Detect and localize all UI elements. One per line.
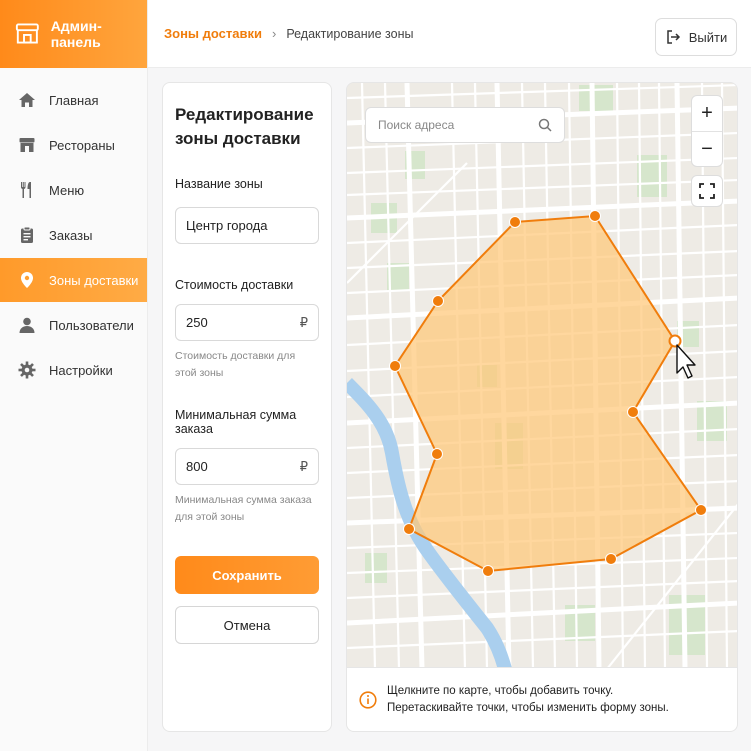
breadcrumb-link-delivery-zones[interactable]: Зоны доставки <box>164 26 262 41</box>
breadcrumb: Зоны доставки › Редактирование зоны <box>164 26 413 41</box>
form-title: Редактирование зоны доставки <box>175 103 319 151</box>
map-info-bar: Щелкните по карте, чтобы добавить точку.… <box>347 667 737 731</box>
zoom-control: + − <box>691 95 723 167</box>
logout-label: Выйти <box>688 29 728 45</box>
map-canvas[interactable] <box>347 83 738 669</box>
zone-vertex[interactable] <box>482 565 494 577</box>
form-title-line2: зоны доставки <box>175 129 301 148</box>
logout-icon <box>667 30 680 44</box>
sidebar-item-settings[interactable]: Настройки <box>0 348 147 392</box>
search-placeholder: Поиск адреса <box>378 118 455 132</box>
search-icon <box>538 118 552 132</box>
sidebar: Админ-панель Главная Рестораны Меню Зака… <box>0 0 148 751</box>
zone-vertex[interactable] <box>605 553 617 565</box>
fullscreen-icon <box>699 183 715 199</box>
sidebar-item-delivery-zones[interactable]: Зоны доставки <box>0 258 147 302</box>
zone-vertex[interactable] <box>432 295 444 307</box>
store-icon <box>18 136 36 154</box>
delivery-cost-hint: Стоимость доставки для этой зоны <box>175 350 296 379</box>
fullscreen-button[interactable] <box>691 175 723 207</box>
delivery-cost-value: 250 <box>186 315 208 330</box>
brand-header[interactable]: Админ-панель <box>0 0 147 68</box>
delivery-cost-input[interactable]: 250 ₽ <box>175 304 319 341</box>
breadcrumb-current: Редактирование зоны <box>286 26 414 41</box>
home-icon <box>18 91 36 109</box>
zoom-out-button[interactable]: − <box>692 132 722 167</box>
fork-knife-icon <box>18 181 36 199</box>
sidebar-item-label: Зоны доставки <box>49 272 139 288</box>
sidebar-item-orders[interactable]: Заказы <box>0 213 147 257</box>
clipboard-icon <box>18 226 36 244</box>
cancel-button[interactable]: Отмена <box>175 606 319 644</box>
sidebar-item-menu[interactable]: Меню <box>0 168 147 212</box>
sidebar-item-home[interactable]: Главная <box>0 78 147 122</box>
min-order-value: 800 <box>186 459 208 474</box>
topbar: Зоны доставки › Редактирование зоны Выйт… <box>148 0 751 68</box>
zone-vertex[interactable] <box>589 210 601 222</box>
sidebar-item-label: Главная <box>49 92 99 108</box>
sidebar-item-restaurants[interactable]: Рестораны <box>0 123 147 167</box>
zone-vertex[interactable] <box>509 216 521 228</box>
map-panel: Поиск адреса + − Щелкните по карте, чтоб… <box>346 82 738 732</box>
zone-name-input[interactable]: Центр города <box>175 207 319 244</box>
sidebar-item-label: Меню <box>49 182 85 198</box>
delivery-cost-label: Стоимость доставки <box>175 278 294 292</box>
zone-vertex-selected[interactable] <box>668 334 682 348</box>
sidebar-item-label: Рестораны <box>49 137 115 153</box>
zone-edit-form: Редактирование зоны доставки Название зо… <box>162 82 332 732</box>
user-icon <box>18 316 36 334</box>
zone-vertex[interactable] <box>389 360 401 372</box>
form-title-line1: Редактирование <box>175 105 314 124</box>
min-order-hint: Минимальная сумма заказа для этой зоны <box>175 494 312 523</box>
map-info-text: Щелкните по карте, чтобы добавить точку.… <box>387 683 669 717</box>
ruble-icon: ₽ <box>299 314 308 330</box>
zone-vertex[interactable] <box>695 504 707 516</box>
zone-name-label: Название зоны <box>175 177 263 191</box>
sidebar-item-users[interactable]: Пользователи <box>0 303 147 347</box>
zone-name-value: Центр города <box>186 218 268 233</box>
zone-vertex[interactable] <box>431 448 443 460</box>
sidebar-item-label: Заказы <box>49 227 93 243</box>
map-pin-icon <box>18 271 36 289</box>
ruble-icon: ₽ <box>299 458 308 474</box>
zoom-in-button[interactable]: + <box>692 96 722 131</box>
sidebar-item-label: Настройки <box>49 362 113 378</box>
min-order-input[interactable]: 800 ₽ <box>175 448 319 485</box>
zone-vertex[interactable] <box>403 523 415 535</box>
sidebar-item-label: Пользователи <box>49 317 134 333</box>
sidebar-nav: Главная Рестораны Меню Заказы Зоны доста… <box>0 78 147 392</box>
breadcrumb-separator: › <box>272 26 277 41</box>
map-info-line2: Перетаскивайте точки, чтобы изменить фор… <box>387 701 669 714</box>
save-button[interactable]: Сохранить <box>175 556 319 594</box>
map-info-line1: Щелкните по карте, чтобы добавить точку. <box>387 684 614 697</box>
min-order-label: Минимальная сумма заказа <box>175 408 297 436</box>
zone-vertex[interactable] <box>627 406 639 418</box>
gear-icon <box>18 361 36 379</box>
store-logo-icon <box>15 23 39 44</box>
info-icon <box>359 690 377 709</box>
address-search-input[interactable]: Поиск адреса <box>365 107 565 143</box>
brand-title: Админ-панель <box>50 18 102 50</box>
logout-button[interactable]: Выйти <box>655 18 737 56</box>
